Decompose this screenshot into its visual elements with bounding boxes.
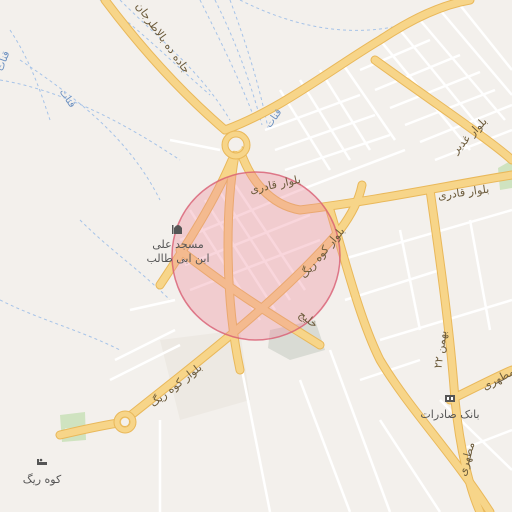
mosque-icon — [172, 225, 182, 234]
poi-hotel-label: کوه ریگ — [23, 473, 62, 486]
poi-mosque-label-2: ابن ابی طالب — [146, 252, 209, 265]
bank-icon — [445, 395, 455, 402]
map-canvas[interactable]: جاده ده بالاطرجان بلوار قادری بلوار قادر… — [0, 0, 512, 512]
poi-bank-label: بانک صادرات — [420, 408, 479, 421]
poi-mosque-label-1: مسجد علی — [152, 238, 204, 251]
